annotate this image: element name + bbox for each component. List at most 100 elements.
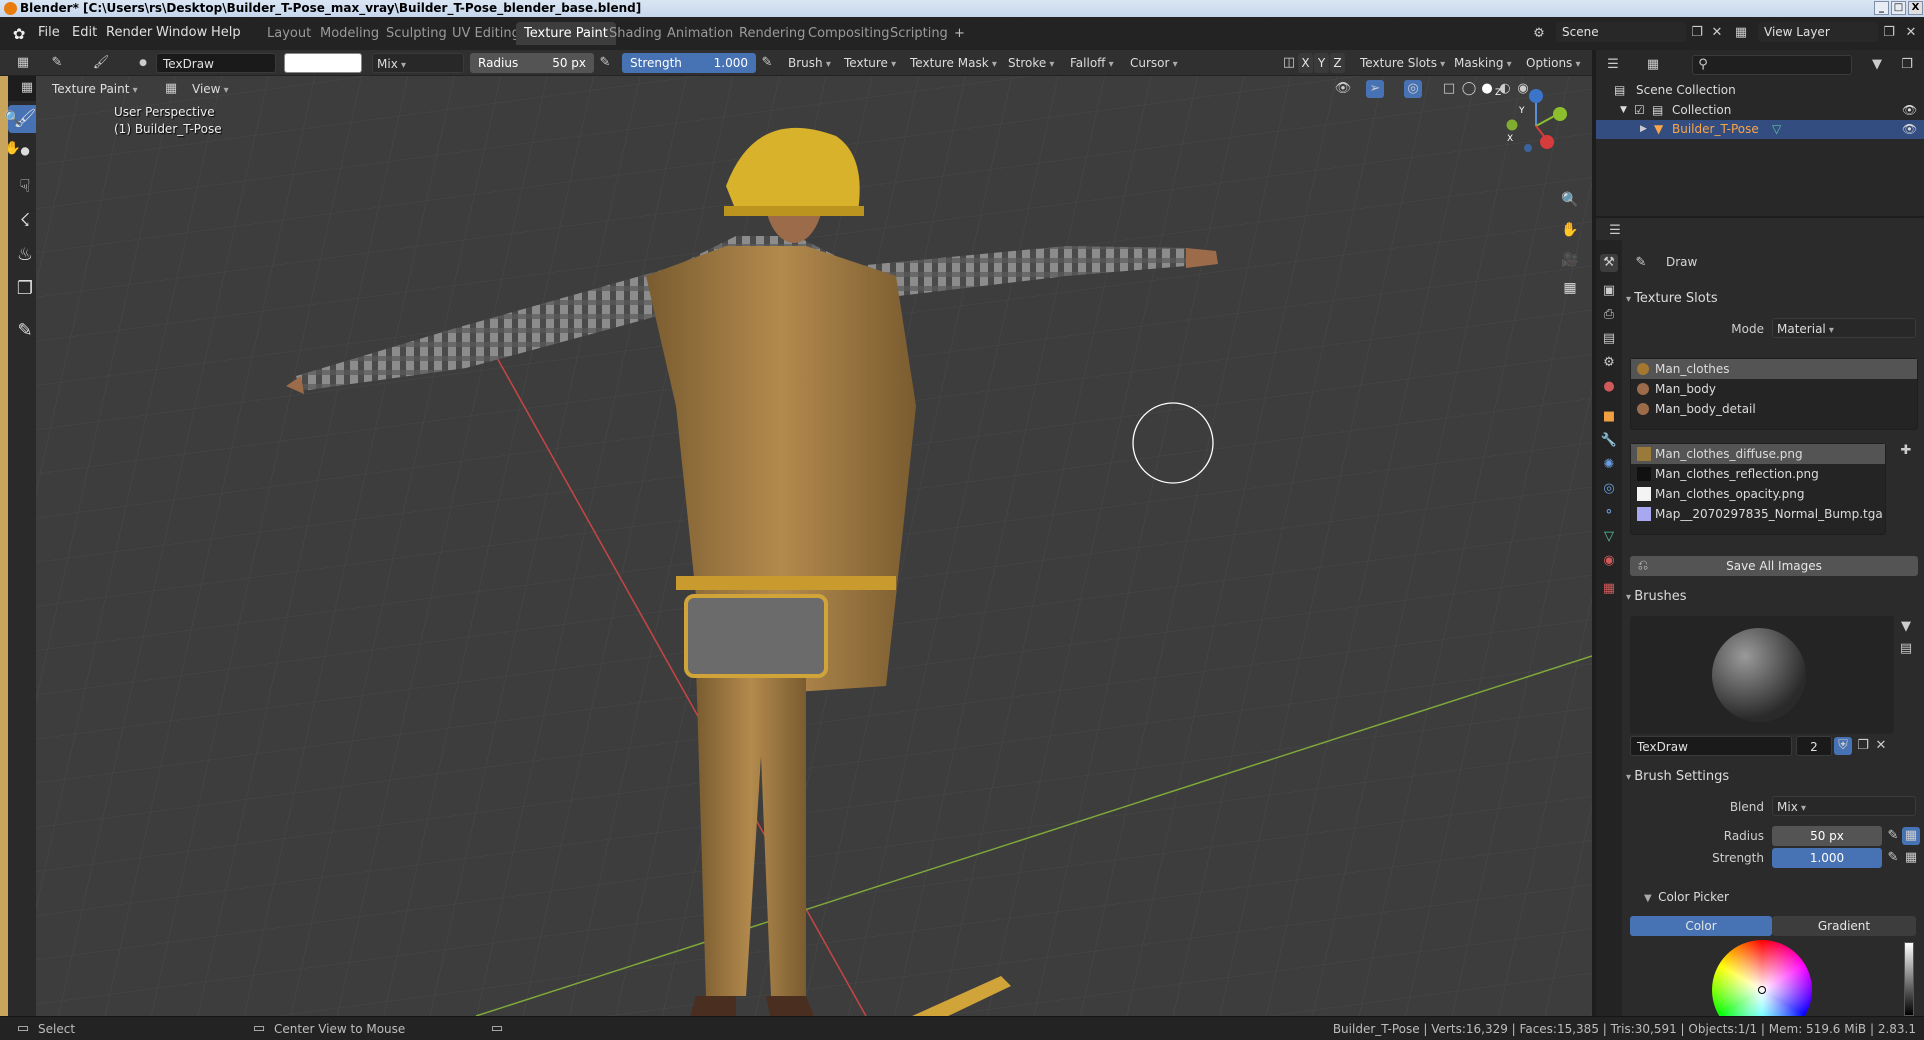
- hand-icon[interactable]: ✋: [4, 140, 22, 158]
- mirror-x-toggle[interactable]: X: [1298, 53, 1313, 73]
- menu-edit[interactable]: Edit: [72, 25, 97, 40]
- brush-image-icon[interactable]: ▤: [1897, 640, 1915, 658]
- texture-slots-menu[interactable]: Texture Slots: [1356, 53, 1449, 73]
- gradient-tab[interactable]: Gradient: [1772, 916, 1916, 936]
- mirror-z-toggle[interactable]: Z: [1330, 53, 1345, 73]
- menu-help[interactable]: Help: [211, 25, 241, 40]
- outliner-editor-icon[interactable]: ☰: [1604, 56, 1622, 74]
- save-all-images-button[interactable]: Save All Images: [1630, 556, 1918, 576]
- material-slot-item[interactable]: Man_body: [1631, 379, 1917, 399]
- outliner-search-input[interactable]: [1692, 55, 1852, 75]
- brush-settings-panel-header[interactable]: Brush Settings: [1626, 766, 1920, 788]
- checkbox-icon[interactable]: ☑: [1634, 101, 1645, 120]
- unlink-brush-icon[interactable]: ✕: [1872, 737, 1890, 755]
- blend-dropdown[interactable]: Mix: [1772, 796, 1916, 816]
- texture-tab-icon[interactable]: ▦: [1600, 580, 1618, 598]
- solid-shading-icon[interactable]: ●: [1478, 80, 1496, 98]
- masking-menu[interactable]: Masking: [1450, 53, 1516, 73]
- texture-slots-panel-header[interactable]: Texture Slots: [1626, 288, 1920, 310]
- menu-window[interactable]: Window: [156, 25, 207, 40]
- radius-slider[interactable]: Radius 50 px: [470, 53, 594, 73]
- brush-preview-area[interactable]: [1630, 616, 1894, 734]
- scene-tab-icon[interactable]: ⚙: [1600, 354, 1618, 372]
- radius-pressure-icon[interactable]: ✎: [596, 54, 614, 72]
- strength-pressure-icon[interactable]: ✎: [758, 54, 776, 72]
- wireframe-shading-icon[interactable]: ◯: [1460, 80, 1478, 98]
- brush-menu[interactable]: Brush: [784, 53, 835, 73]
- filter-icon[interactable]: ▼: [1868, 56, 1886, 74]
- render-tab-icon[interactable]: ▣: [1600, 282, 1618, 300]
- zoom-view-icon[interactable]: 🔍: [1558, 188, 1582, 212]
- constraints-tab-icon[interactable]: ⚬: [1600, 504, 1618, 522]
- overlay-toggle-icon[interactable]: ◎: [1404, 80, 1422, 98]
- object-tab-icon[interactable]: ■: [1600, 408, 1618, 426]
- color-wheel[interactable]: [1712, 940, 1812, 1016]
- display-mode-icon[interactable]: ▦: [1644, 56, 1662, 74]
- image-slot-item[interactable]: Man_clothes_reflection.png: [1631, 464, 1885, 484]
- radius-unit-icon[interactable]: ▦: [1902, 827, 1920, 845]
- strength-slider[interactable]: Strength 1.000: [622, 53, 756, 73]
- mode-selector[interactable]: Texture Paint: [48, 79, 142, 99]
- object-eye-icon[interactable]: 👁: [1902, 120, 1917, 139]
- texture-mode-dropdown[interactable]: Material: [1772, 318, 1916, 338]
- paint-mask-icon[interactable]: ▦: [162, 80, 180, 98]
- properties-editor-icon[interactable]: ☰: [1606, 222, 1624, 240]
- tab-layout[interactable]: Layout: [259, 22, 319, 45]
- editor-type-icon[interactable]: ▦: [14, 54, 32, 72]
- value-slider[interactable]: [1904, 942, 1914, 1016]
- texture-mask-menu[interactable]: Texture Mask: [906, 53, 1001, 73]
- image-slot-item[interactable]: Map__2070297835_Normal_Bump.tga: [1631, 504, 1885, 524]
- brush-datablock-name[interactable]: TexDraw: [1630, 736, 1792, 756]
- falloff-menu[interactable]: Falloff: [1066, 53, 1118, 73]
- blend-mode-dropdown[interactable]: Mix: [372, 53, 464, 73]
- maximize-button[interactable]: □: [1891, 1, 1906, 15]
- outliner-object-builder[interactable]: ▶ ▼ Builder_T-Pose ▽ 👁: [1596, 120, 1924, 139]
- material-slot-item[interactable]: Man_clothes: [1631, 359, 1917, 379]
- world-tab-icon[interactable]: ●: [1600, 378, 1618, 396]
- gizmo-toggle-icon[interactable]: ➢: [1366, 80, 1384, 98]
- view-layer-selector[interactable]: View Layer: [1758, 22, 1878, 42]
- collapse-arrow-icon[interactable]: ▼: [1620, 101, 1627, 120]
- color-tab[interactable]: Color: [1630, 916, 1772, 936]
- xray-icon[interactable]: □: [1440, 80, 1458, 98]
- brushes-panel-header[interactable]: Brushes: [1626, 586, 1920, 608]
- material-slot-item[interactable]: Man_body_detail: [1631, 399, 1917, 419]
- new-scene-icon[interactable]: ❐: [1688, 24, 1706, 42]
- new-view-layer-icon[interactable]: ❐: [1880, 24, 1898, 42]
- close-button[interactable]: X: [1908, 1, 1923, 15]
- tool-tab-icon[interactable]: ⚒: [1600, 254, 1618, 272]
- blender-menu-icon[interactable]: ✿: [10, 25, 28, 43]
- options-menu[interactable]: Options: [1522, 53, 1585, 73]
- modifier-tab-icon[interactable]: 🔧: [1600, 432, 1618, 450]
- new-collection-icon[interactable]: ❐: [1898, 56, 1916, 74]
- radius-prop-slider[interactable]: 50 px: [1772, 826, 1882, 846]
- stroke-menu[interactable]: Stroke: [1004, 53, 1058, 73]
- view-zoom-icon[interactable]: 🔍: [4, 110, 22, 128]
- color-picker-subpanel-header[interactable]: ▼ Color Picker: [1644, 886, 1729, 908]
- texture-menu[interactable]: Texture: [840, 53, 900, 73]
- material-shading-icon[interactable]: ◐: [1496, 80, 1514, 98]
- fake-user-shield-icon[interactable]: ⛨: [1834, 737, 1852, 755]
- strength-unit-icon[interactable]: ▦: [1902, 849, 1920, 867]
- tab-modeling[interactable]: Modeling: [312, 22, 387, 45]
- add-texture-icon[interactable]: ✚: [1897, 442, 1915, 460]
- image-slot-item[interactable]: Man_clothes_opacity.png: [1631, 484, 1885, 504]
- output-tab-icon[interactable]: ⎙: [1600, 306, 1618, 324]
- image-slot-item[interactable]: Man_clothes_diffuse.png: [1631, 444, 1885, 464]
- expand-arrow-icon[interactable]: ▶: [1640, 120, 1647, 139]
- strength-prop-slider[interactable]: 1.000: [1772, 848, 1882, 868]
- visibility-icon[interactable]: 👁: [1334, 80, 1352, 98]
- physics-tab-icon[interactable]: ◎: [1600, 480, 1618, 498]
- add-workspace-button[interactable]: +: [946, 22, 973, 45]
- editor-type-3d-icon[interactable]: ▦: [18, 79, 36, 97]
- brush-preview-icon[interactable]: 🖌: [92, 54, 110, 72]
- pan-view-icon[interactable]: ✋: [1558, 218, 1582, 242]
- rendered-shading-icon[interactable]: ◉: [1514, 80, 1532, 98]
- minimize-button[interactable]: _: [1874, 1, 1889, 15]
- brush-list-dropdown-icon[interactable]: ▼: [1897, 618, 1915, 636]
- radius-pressure-prop-icon[interactable]: ✎: [1884, 827, 1902, 845]
- brush-users-count[interactable]: 2: [1796, 736, 1832, 756]
- delete-scene-icon[interactable]: ✕: [1708, 24, 1726, 42]
- fake-user-icon[interactable]: ●: [134, 54, 152, 72]
- outliner-collection[interactable]: ▼ ☑ ▤ Collection 👁: [1596, 101, 1924, 120]
